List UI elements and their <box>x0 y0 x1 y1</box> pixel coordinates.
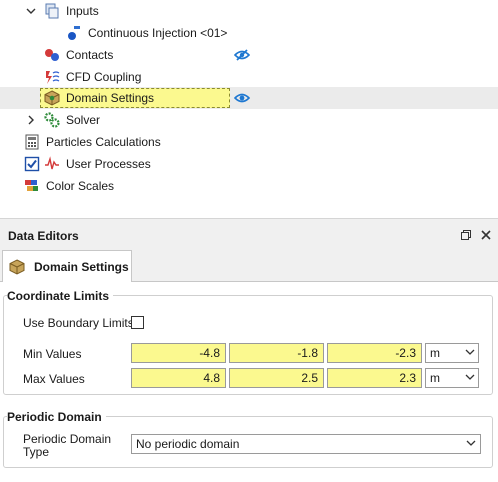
select-value: No periodic domain <box>136 437 240 451</box>
domain-box-icon <box>9 259 25 275</box>
chevron-down-icon <box>465 374 475 380</box>
checkbox-checked-icon[interactable] <box>24 156 40 172</box>
tree-item-inputs[interactable]: Inputs <box>44 0 99 22</box>
use-boundary-limits-checkbox[interactable] <box>131 316 144 329</box>
eye-hidden-icon[interactable] <box>234 49 250 61</box>
data-editors-header: Data Editors <box>0 226 498 246</box>
cfd-coupling-icon <box>46 71 60 84</box>
eye-visible-icon[interactable] <box>234 92 250 104</box>
min-unit-select[interactable]: m <box>425 343 479 363</box>
periodic-domain-title: Periodic Domain <box>7 410 106 424</box>
periodic-domain-type-select[interactable]: No periodic domain <box>131 434 481 454</box>
panel-title: Data Editors <box>8 229 79 243</box>
tree-item-user-processes[interactable]: User Processes <box>24 153 151 175</box>
coordinate-limits-title: Coordinate Limits <box>7 289 114 303</box>
unit-value: m <box>430 371 440 385</box>
tree-item-label: Particles Calculations <box>46 135 161 149</box>
min-y-input[interactable]: -1.8 <box>229 343 324 363</box>
tree-item-cfd-coupling[interactable]: CFD Coupling <box>44 66 141 88</box>
tree-item-label: Solver <box>66 113 101 127</box>
label-line: Type <box>23 445 50 459</box>
unit-value: m <box>430 346 440 360</box>
tree-item-domain-settings[interactable]: Domain Settings <box>44 87 154 109</box>
project-tree: Inputs Continuous Injection <01> Contact… <box>0 0 498 219</box>
restore-window-icon[interactable] <box>460 229 472 241</box>
calculator-icon <box>25 134 39 150</box>
color-scales-icon <box>25 180 38 191</box>
chevron-down-icon[interactable] <box>26 6 36 16</box>
tree-item-particles-calculations[interactable]: Particles Calculations <box>24 131 161 153</box>
use-boundary-limits-label: Use Boundary Limits <box>23 316 134 330</box>
tab-label: Domain Settings <box>34 260 129 274</box>
contacts-icon <box>45 49 59 61</box>
min-values-label: Min Values <box>23 347 82 361</box>
waveform-icon <box>45 156 59 170</box>
min-z-input[interactable]: -2.3 <box>327 343 422 363</box>
periodic-domain-type-label: Periodic Domain Type <box>23 433 111 459</box>
tree-item-solver[interactable]: Solver <box>44 109 100 131</box>
max-values-label: Max Values <box>23 372 85 386</box>
inputs-icon <box>45 3 59 19</box>
max-z-input[interactable]: 2.3 <box>327 368 422 388</box>
tree-item-label: User Processes <box>66 157 151 171</box>
gears-icon <box>44 112 60 128</box>
tree-item-contacts[interactable]: Contacts <box>44 44 113 66</box>
tree-item-label: Color Scales <box>46 179 115 193</box>
domain-box-icon <box>44 90 60 106</box>
tree-item-label: Domain Settings <box>66 91 155 105</box>
tab-domain-settings[interactable]: Domain Settings <box>2 250 132 283</box>
domain-settings-editor: Coordinate Limits Use Boundary Limits Mi… <box>0 282 498 482</box>
tree-item-color-scales[interactable]: Color Scales <box>24 175 114 197</box>
max-y-input[interactable]: 2.5 <box>229 368 324 388</box>
chevron-down-icon <box>466 440 476 446</box>
tree-item-label: Continuous Injection <01> <box>88 26 228 40</box>
chevron-down-icon <box>465 349 475 355</box>
injection-icon <box>68 26 80 40</box>
max-x-input[interactable]: 4.8 <box>131 368 226 388</box>
min-x-input[interactable]: -4.8 <box>131 343 226 363</box>
close-icon[interactable] <box>480 229 492 241</box>
editor-tab-bar: Domain Settings <box>0 248 498 283</box>
chevron-right-icon[interactable] <box>26 115 36 125</box>
tree-item-label: Inputs <box>66 4 99 18</box>
max-unit-select[interactable]: m <box>425 368 479 388</box>
tree-item-label: Contacts <box>66 48 114 62</box>
tree-item-continuous-injection[interactable]: Continuous Injection <01> <box>66 22 227 44</box>
tree-item-label: CFD Coupling <box>66 70 142 84</box>
